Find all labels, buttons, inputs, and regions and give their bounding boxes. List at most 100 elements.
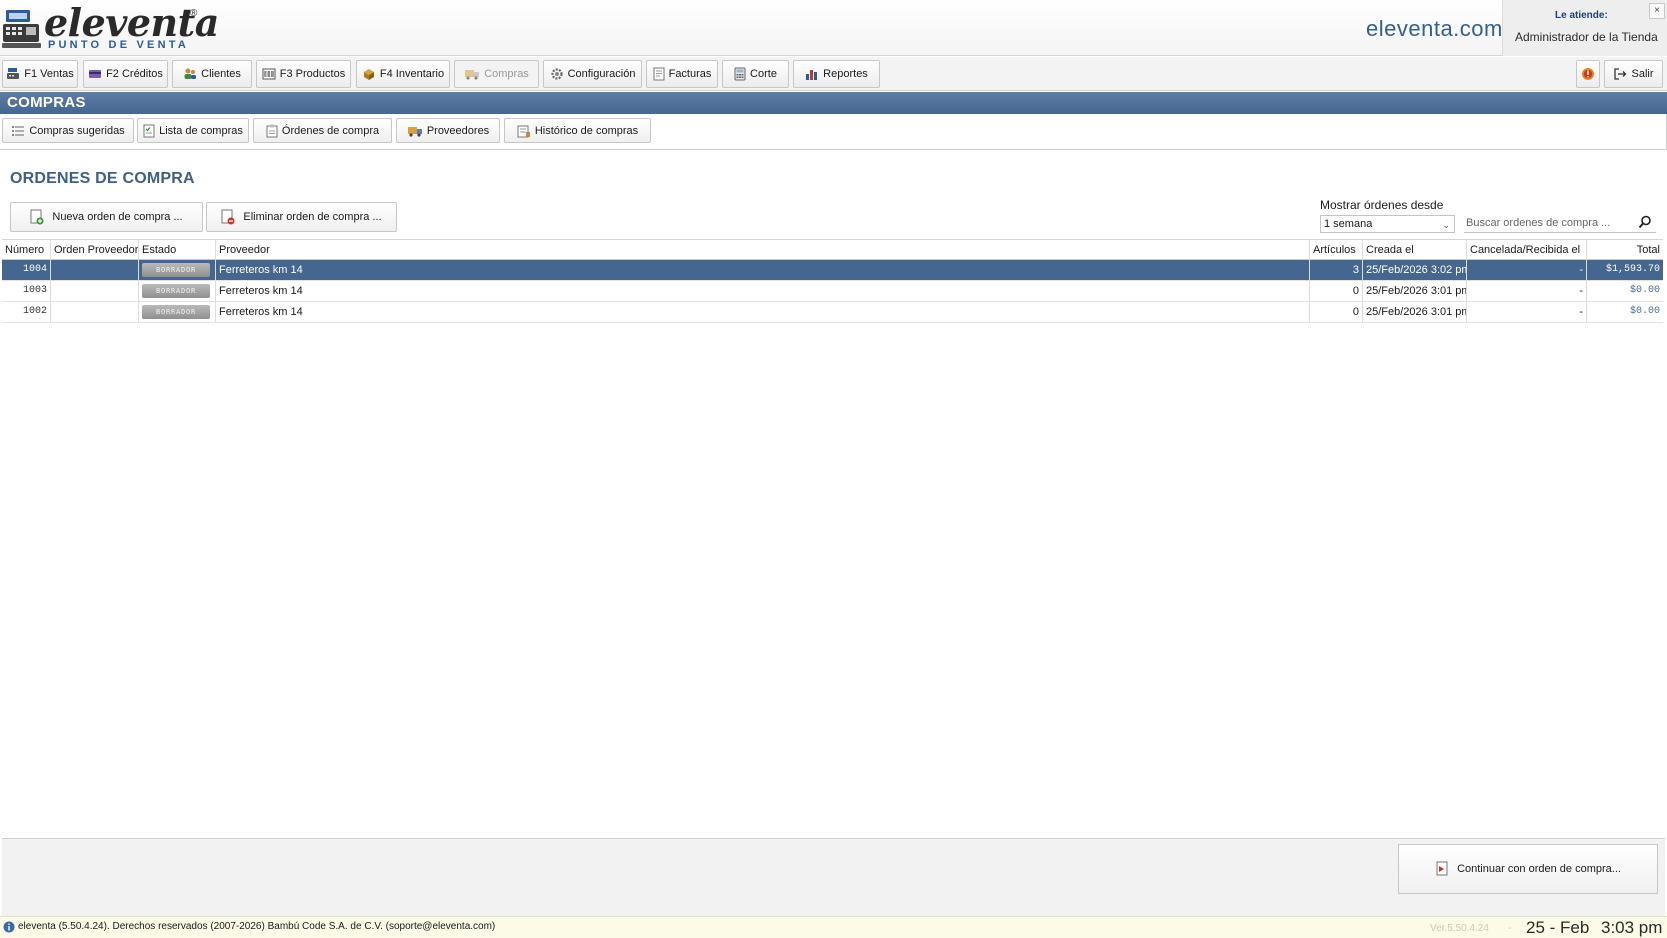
truck-icon [465,70,480,80]
tab-historico-de-compras[interactable]: Histórico de compras [504,118,651,143]
column-header-estado[interactable]: Estado [139,240,216,260]
nav-corte-button[interactable]: Corte [722,60,789,88]
column-header-orden-proveedor[interactable]: Orden Proveedor [51,240,139,260]
filter-label: Mostrar órdenes desde [1320,198,1444,212]
alert-button[interactable] [1576,60,1600,88]
cell-estado: BORRADOR [139,260,216,280]
nav-label: Compras [484,68,529,80]
column-header-total[interactable]: Total [1587,240,1663,260]
page-title: ORDENES DE COMPRA [10,170,195,187]
tab-proveedores[interactable]: Proveedores [396,118,500,143]
invoice-icon [653,67,665,81]
clipboard-icon [266,124,278,137]
nav-reportes-button[interactable]: Reportes [793,60,880,88]
attendant-name: Administrador de la Tienda [1515,30,1658,44]
search-input[interactable] [1464,214,1634,232]
cell-proveedor: Ferreteros km 14 [216,302,1310,322]
purchase-orders-table: Número Orden Proveedor Estado Proveedor … [2,239,1663,323]
cell-total: $0.00 [1629,285,1660,296]
checklist-icon [143,124,155,137]
tab-label: Lista de compras [159,124,243,137]
status-badge: BORRADOR [142,284,210,298]
attendant-panel: Le atiende: Administrador de la Tienda × [1502,0,1667,56]
version-text: Ver.5.50.4.24 [1430,923,1489,934]
credit-icon [89,70,102,78]
calculator-icon [734,67,746,81]
cell-estado: BORRADOR [139,281,216,301]
status-separator: - [1508,923,1512,934]
website-link[interactable]: eleventa.com [1366,16,1503,42]
nav-compras-button[interactable]: Compras [454,60,539,88]
nav-configuracion-button[interactable]: Configuración [543,60,642,88]
cell-creada: 25/Feb/2026 3:02 pm [1363,260,1467,280]
cash-register-icon [2,10,41,48]
tab-label: Órdenes de compra [281,124,380,137]
history-icon [517,125,530,137]
column-header-cancelada[interactable]: Cancelada/Recibida el [1467,240,1587,260]
cell-creada: 25/Feb/2026 3:01 pm [1363,302,1467,322]
cell-total: $0.00 [1629,306,1660,317]
table-row[interactable]: 1004 BORRADOR Ferreteros km 14 3 25/Feb/… [2,260,1663,281]
app-header: eleventa ® PUNTO DE VENTA eleventa.com L… [0,0,1667,56]
compras-subtoolbar: Compras sugeridas Lista de compras Órden… [0,114,1667,150]
gear-icon [550,68,563,80]
cell-numero: 1004 [2,260,51,280]
exit-button[interactable]: Salir [1604,60,1663,88]
tab-lista-de-compras[interactable]: Lista de compras [137,118,249,143]
column-header-creada[interactable]: Creada el [1363,240,1467,260]
column-header-articulos[interactable]: Artículos [1310,240,1363,260]
tab-label: Proveedores [426,124,490,137]
tab-compras-sugeridas[interactable]: Compras sugeridas [2,118,134,143]
cell-cancelada: - [1467,281,1587,301]
main-toolbar: F1 Ventas F2 Créditos Clientes F3 Produc… [0,57,1667,91]
register-icon [7,68,20,79]
tab-ordenes-de-compra[interactable]: Órdenes de compra [253,118,392,143]
cell-cancelada: - [1467,302,1587,322]
attendant-label: Le atiende: [1555,10,1608,21]
column-header-numero[interactable]: Número [2,240,51,260]
continue-order-button[interactable]: Continuar con orden de compra... [1398,844,1658,894]
exit-label: Salir [1631,68,1654,80]
cell-orden-proveedor [51,302,139,322]
delete-document-icon [221,209,235,225]
close-icon[interactable]: × [1649,3,1665,19]
nav-label: F3 Productos [279,68,346,80]
nav-label: F4 Inventario [379,68,445,80]
nav-label: Corte [750,68,777,80]
table-header: Número Orden Proveedor Estado Proveedor … [2,239,1663,260]
clients-icon [184,68,197,79]
table-row[interactable]: 1002 BORRADOR Ferreteros km 14 0 25/Feb/… [2,302,1663,323]
nav-label: Clientes [201,68,241,80]
status-date: 25 - Feb [1526,918,1590,937]
cell-proveedor: Ferreteros km 14 [216,281,1310,301]
status-badge: BORRADOR [142,263,210,277]
registered-mark: ® [190,8,198,19]
inventory-icon [363,69,374,80]
cell-total: $1,593.70 [1605,264,1660,275]
section-title-bar: COMPRAS [0,92,1667,114]
products-icon [262,68,276,80]
cell-orden-proveedor [51,281,139,301]
nav-facturas-button[interactable]: Facturas [646,60,718,88]
nav-clientes-button[interactable]: Clientes [172,60,252,88]
new-order-label: Nueva orden de compra ... [52,211,183,223]
cell-articulos: 0 [1310,281,1363,301]
bar-chart-icon [806,70,818,80]
delete-order-button[interactable]: Eliminar orden de compra ... [206,202,397,232]
table-row[interactable]: 1003 BORRADOR Ferreteros km 14 0 25/Feb/… [2,281,1663,302]
list-icon [12,125,25,136]
new-order-button[interactable]: Nueva orden de compra ... [10,202,203,232]
new-document-icon [30,209,44,225]
nav-creditos-button[interactable]: F2 Créditos [83,60,168,88]
status-bar: eleventa (5.50.4.24). Derechos reservado… [0,916,1667,938]
continue-order-label: Continuar con orden de compra... [1457,863,1621,875]
nav-ventas-button[interactable]: F1 Ventas [2,60,78,88]
search-icon[interactable] [1638,215,1652,229]
tab-label: Compras sugeridas [29,124,125,137]
column-header-proveedor[interactable]: Proveedor [216,240,1310,260]
period-select[interactable]: 1 semana ⌄ [1320,215,1455,233]
nav-inventario-button[interactable]: F4 Inventario [356,60,450,88]
nav-productos-button[interactable]: F3 Productos [256,60,351,88]
status-time: 3:03 pm [1601,918,1663,937]
tab-label: Histórico de compras [534,124,639,137]
